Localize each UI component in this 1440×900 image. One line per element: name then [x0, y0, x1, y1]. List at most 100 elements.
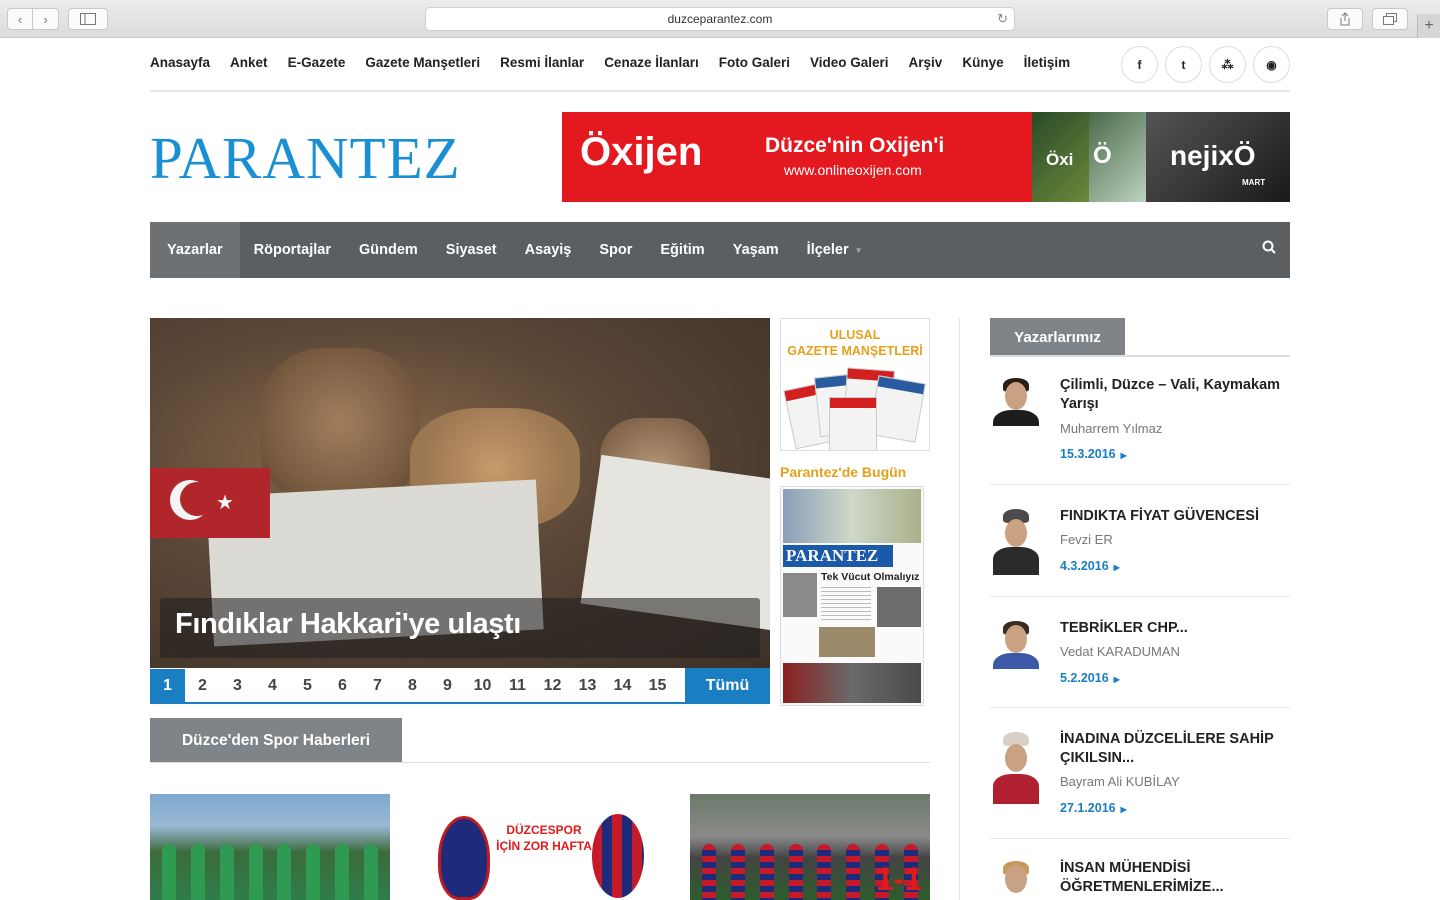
- avatar[interactable]: [990, 859, 1040, 900]
- writer-date[interactable]: 15.3.2016 ▶: [1060, 447, 1127, 461]
- pager-item[interactable]: 11: [500, 669, 535, 703]
- top-link-anket[interactable]: Anket: [230, 55, 268, 70]
- pager-item[interactable]: 5: [290, 669, 325, 703]
- pager-item[interactable]: 6: [325, 669, 360, 703]
- forward-button[interactable]: ›: [33, 8, 59, 30]
- ad-banner[interactable]: Öxijen Düzce'nin Oxijen'i www.onlineoxij…: [562, 112, 1290, 202]
- writer-name[interactable]: Muharrem Yılmaz: [1060, 421, 1162, 436]
- writer-date[interactable]: 27.1.2016 ▶: [1060, 801, 1127, 815]
- tab-overview-button[interactable]: [1372, 8, 1408, 30]
- top-link-iletisim[interactable]: İletişim: [1024, 55, 1071, 70]
- avatar[interactable]: [990, 730, 1040, 804]
- pager-item[interactable]: 15: [640, 669, 675, 703]
- top-link-anasayfa[interactable]: Anasayfa: [150, 55, 210, 70]
- nav-item-yazarlar[interactable]: Yazarlar: [150, 222, 240, 278]
- writer-article-title[interactable]: İNSAN MÜHENDİSİ ÖĞRETMENLERİMİZE...: [1060, 859, 1290, 897]
- newspaper-thumb: [829, 397, 877, 450]
- chevron-down-icon: ▼: [854, 245, 863, 255]
- slide-image[interactable]: ★ Fındıklar Hakkari'ye ulaştı: [150, 318, 770, 668]
- top-link-arsiv[interactable]: Arşiv: [909, 55, 943, 70]
- player-shape: [702, 844, 717, 900]
- arrow-right-icon: ▶: [1113, 563, 1120, 572]
- avatar[interactable]: [990, 619, 1040, 669]
- writers-section-title[interactable]: Yazarlarımız: [990, 318, 1125, 356]
- top-link-e-gazete[interactable]: E-Gazete: [288, 55, 346, 70]
- nav-item-gundem[interactable]: Gündem: [345, 222, 432, 278]
- new-tab-button[interactable]: +: [1417, 14, 1440, 38]
- search-icon[interactable]: [1262, 240, 1276, 257]
- sidebar-toggle-button[interactable]: [68, 8, 108, 30]
- writer-date[interactable]: 4.3.2016 ▶: [1060, 559, 1120, 573]
- player-shape: [363, 844, 378, 900]
- nav-item-siyaset[interactable]: Siyaset: [432, 222, 511, 278]
- back-icon: ‹: [17, 11, 23, 27]
- sport-news-image[interactable]: [150, 794, 390, 900]
- player-shape: [248, 844, 263, 900]
- top-link-cenaze-ilanlari[interactable]: Cenaze İlanları: [604, 55, 699, 70]
- writer-article-title[interactable]: İNADINA DÜZCELİLERE SAHİP ÇIKILSIN...: [1060, 730, 1290, 768]
- divider: [150, 90, 1290, 92]
- writer-article-title[interactable]: FINDIKTA FİYAT GÜVENCESİ: [1060, 507, 1290, 526]
- national-headlines-title-line2: GAZETE MANŞETLERİ: [787, 344, 923, 358]
- slide-caption[interactable]: Fındıklar Hakkari'ye ulaştı: [175, 608, 521, 641]
- nav-item-spor[interactable]: Spor: [585, 222, 646, 278]
- top-link-gazete-mansetleri[interactable]: Gazete Manşetleri: [365, 55, 480, 70]
- writer-date-text: 15.3.2016: [1060, 447, 1116, 461]
- paper-top-photo: [783, 489, 921, 543]
- reload-icon[interactable]: ↻: [997, 11, 1008, 27]
- top-link-foto-galeri[interactable]: Foto Galeri: [719, 55, 790, 70]
- sitemap-icon[interactable]: ⁂: [1209, 46, 1246, 83]
- top-link-resmi-ilanlar[interactable]: Resmi İlanlar: [500, 55, 584, 70]
- main-nav: Yazarlar Röportajlar Gündem Siyaset Asay…: [150, 222, 1290, 278]
- pager-item[interactable]: 10: [465, 669, 500, 703]
- writer-name[interactable]: Fevzi ER: [1060, 532, 1113, 547]
- sport-news-image[interactable]: DÜZCESPOR İÇİN ZOR HAFTA: [420, 794, 660, 900]
- nav-item-ilceler[interactable]: İlçeler ▼: [793, 222, 877, 278]
- all-news-button[interactable]: Tümü: [685, 668, 770, 704]
- writer-name[interactable]: Vedat KARADUMAN: [1060, 644, 1180, 659]
- writer-name[interactable]: Bayram Ali KUBİLAY: [1060, 774, 1180, 789]
- writer-article-title[interactable]: Çilimli, Düzce – Vali, Kaymakam Yarışı: [1060, 376, 1290, 414]
- back-button[interactable]: ‹: [7, 8, 33, 30]
- writer-date[interactable]: 5.2.2016 ▶: [1060, 671, 1120, 685]
- hazelnut-bag: [260, 348, 420, 498]
- today-paper-thumbnail[interactable]: PARANTEZ Tek Vücut Olmalıyız: [780, 486, 924, 706]
- avatar[interactable]: [990, 507, 1040, 575]
- paper-photo: [783, 663, 921, 703]
- forward-icon: ›: [43, 11, 48, 27]
- twitter-icon[interactable]: t: [1165, 46, 1202, 83]
- rss-icon[interactable]: ◉: [1253, 46, 1290, 83]
- sport-section-title[interactable]: Düzce'den Spor Haberleri: [150, 718, 402, 763]
- top-link-video-galeri[interactable]: Video Galeri: [810, 55, 889, 70]
- site-logo[interactable]: PARANTEZ: [150, 124, 461, 193]
- share-button[interactable]: [1327, 8, 1363, 30]
- sidebar-icon: [80, 13, 96, 25]
- plus-icon: +: [1424, 17, 1434, 34]
- pager-item[interactable]: 12: [535, 669, 570, 703]
- writer-date-text: 27.1.2016: [1060, 801, 1116, 815]
- player-shape: [759, 844, 774, 900]
- pager-item[interactable]: 4: [255, 669, 290, 703]
- avatar[interactable]: [990, 376, 1040, 426]
- nav-item-egitim[interactable]: Eğitim: [646, 222, 718, 278]
- pager-item[interactable]: 9: [430, 669, 465, 703]
- pager-item[interactable]: 2: [185, 669, 220, 703]
- pager-item[interactable]: 3: [220, 669, 255, 703]
- national-headlines-box[interactable]: ULUSAL GAZETE MANŞETLERİ: [780, 318, 930, 451]
- pager-item[interactable]: 8: [395, 669, 430, 703]
- top-link-kunye[interactable]: Künye: [962, 55, 1003, 70]
- history-buttons: ‹ ›: [7, 8, 59, 30]
- nav-item-asayis[interactable]: Asayiş: [511, 222, 586, 278]
- headline-slider: ★ Fındıklar Hakkari'ye ulaştı 1 2 3 4 5 …: [150, 318, 770, 704]
- nav-item-yasam[interactable]: Yaşam: [719, 222, 793, 278]
- address-bar[interactable]: duzceparantez.com ↻: [425, 7, 1015, 31]
- pager-item[interactable]: 13: [570, 669, 605, 703]
- pager-item[interactable]: 14: [605, 669, 640, 703]
- sport-news-image[interactable]: 1-1: [690, 794, 930, 900]
- nav-item-roportajlar[interactable]: Röportajlar: [240, 222, 345, 278]
- writer-article-title[interactable]: TEBRİKLER CHP...: [1060, 619, 1290, 638]
- pager-item[interactable]: 1: [150, 669, 185, 703]
- paper-text-lines: [821, 587, 871, 623]
- pager-item[interactable]: 7: [360, 669, 395, 703]
- facebook-icon[interactable]: f: [1121, 46, 1158, 83]
